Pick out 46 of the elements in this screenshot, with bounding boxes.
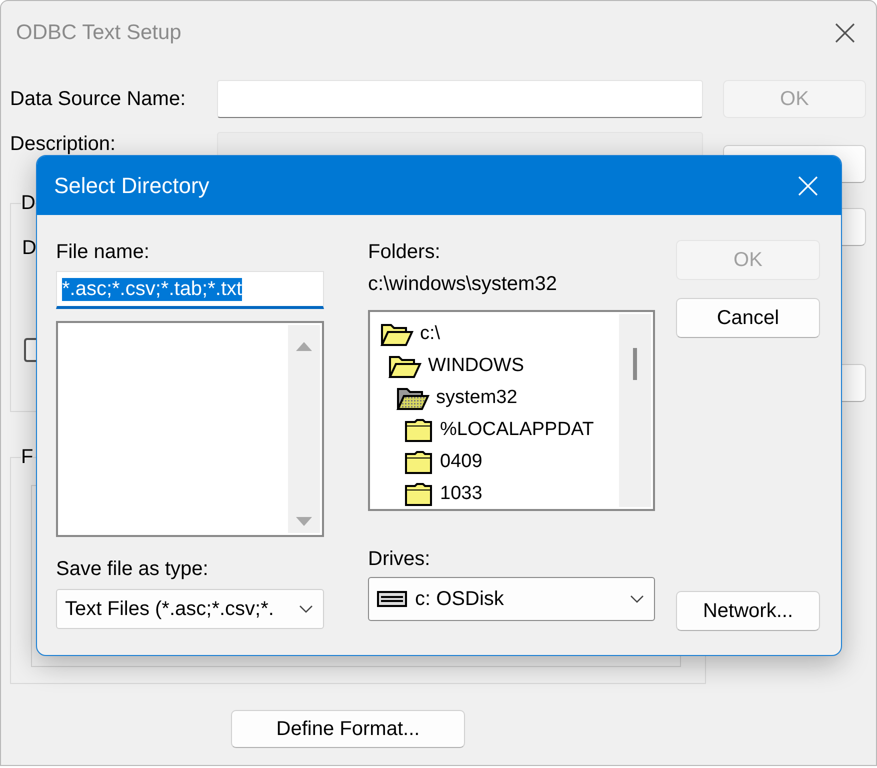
- file-list[interactable]: [56, 321, 324, 537]
- dropdown-value: c: OSDisk: [415, 588, 505, 610]
- field-label: D: [22, 237, 36, 260]
- open-folder-icon: [396, 385, 430, 411]
- field-label: Save file as type:: [56, 557, 208, 581]
- tree-item[interactable]: 0409: [404, 446, 617, 478]
- tree-item[interactable]: 1033: [404, 478, 617, 509]
- field-label: Folders:: [368, 240, 440, 264]
- field-label: File name:: [56, 240, 150, 264]
- open-folder-icon: [380, 321, 414, 347]
- drive-icon: [377, 591, 407, 607]
- tree-item[interactable]: WINDOWS: [388, 350, 617, 382]
- tree-item[interactable]: system32: [396, 382, 617, 414]
- dialog-title: Select Directory: [54, 172, 210, 198]
- chevron-down-icon: [299, 605, 313, 613]
- dropdown[interactable]: c: OSDisk: [368, 577, 655, 621]
- folder-tree[interactable]: c:\ WINDOWS system32 %LOCALAPPDAT 0409 1033: [368, 310, 655, 511]
- tree-item[interactable]: %LOCALAPPDAT: [404, 414, 617, 446]
- chevron-down-icon: [630, 595, 644, 603]
- open-folder-icon: [388, 353, 422, 379]
- scrollbar[interactable]: [288, 325, 320, 533]
- input-field[interactable]: [217, 80, 703, 118]
- dropdown[interactable]: Text Files (*.asc;*.csv;*.: [56, 589, 324, 629]
- button[interactable]: Network...: [676, 591, 820, 631]
- folder-path: c:\windows\system32: [368, 272, 557, 296]
- input-field[interactable]: *.asc;*.csv;*.tab;*.txt: [56, 271, 324, 309]
- group-label: F: [21, 446, 34, 469]
- folder-icon: [404, 449, 434, 475]
- up-arrow-icon: [296, 341, 312, 351]
- group-label: D: [21, 192, 36, 215]
- scroll-thumb[interactable]: [633, 348, 637, 380]
- button[interactable]: Cancel: [676, 298, 820, 338]
- tree-item[interactable]: c:\: [380, 318, 617, 350]
- close-icon: [797, 174, 819, 196]
- field-label: Drives:: [368, 547, 430, 571]
- scrollbar[interactable]: [619, 314, 651, 507]
- dropdown-value: Text Files (*.asc;*.csv;*.: [65, 598, 274, 620]
- close-icon: [834, 22, 856, 44]
- field-label: Description:: [10, 132, 117, 154]
- field-label: Data Source Name:: [10, 88, 187, 110]
- window-title: ODBC Text Setup: [16, 21, 182, 45]
- button[interactable]: Define Format...: [231, 710, 465, 748]
- down-arrow-icon: [296, 517, 312, 527]
- checkbox[interactable]: [24, 338, 37, 362]
- folder-icon: [404, 481, 434, 507]
- folder-icon: [404, 417, 434, 443]
